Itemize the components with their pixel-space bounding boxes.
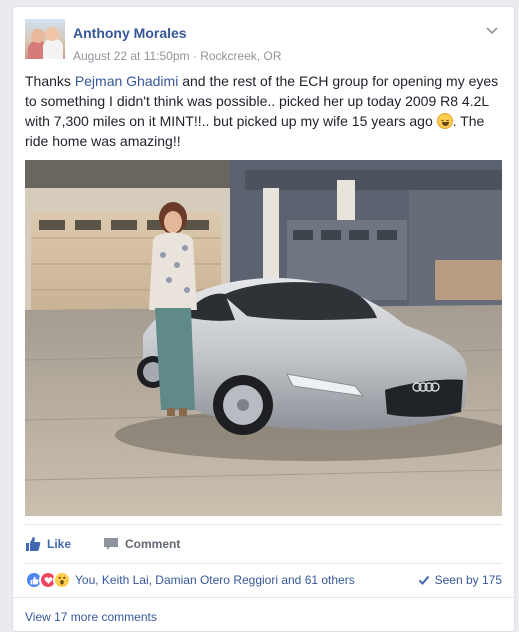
meta-separator: · (189, 49, 201, 63)
seen-by-label: Seen by 175 (434, 573, 502, 587)
post-card: Anthony Morales August 22 at 11:50pm · R… (12, 6, 516, 632)
post-timestamp[interactable]: August 22 at 11:50pm (73, 49, 190, 63)
reactions-row: You, Keith Lai, Damian Otero Reggiori an… (25, 569, 502, 591)
seen-by[interactable]: Seen by 175 (418, 573, 502, 587)
view-more-comments-link[interactable]: View 17 more comments (13, 597, 516, 624)
wow-reaction-icon (53, 571, 71, 589)
thumbs-up-icon (26, 537, 41, 551)
comment-label: Comment (125, 537, 181, 551)
checkmark-icon (418, 575, 429, 585)
post-photo[interactable] (25, 160, 502, 516)
post-header: Anthony Morales August 22 at 11:50pm · R… (25, 19, 505, 63)
speech-bubble-icon (104, 538, 118, 550)
grinning-face-icon (436, 113, 453, 129)
post-actions: Like Comment (25, 524, 502, 564)
post-location[interactable]: Rockcreek, OR (200, 49, 281, 63)
like-label: Like (47, 537, 72, 551)
reaction-icons[interactable] (25, 571, 77, 589)
like-button[interactable]: Like (25, 536, 71, 552)
chevron-down-icon[interactable] (485, 23, 499, 37)
post-meta: August 22 at 11:50pm · Rockcreek, OR (73, 49, 282, 63)
mention-link[interactable]: Pejman Ghadimi (75, 73, 179, 89)
author-name[interactable]: Anthony Morales (73, 25, 187, 41)
reactions-summary[interactable]: You, Keith Lai, Damian Otero Reggiori an… (75, 573, 355, 587)
post-text-part-1: Thanks (25, 73, 75, 89)
author-avatar[interactable] (25, 19, 65, 59)
comment-button[interactable]: Comment (103, 536, 180, 552)
post-body: Thanks Pejman Ghadimi and the rest of th… (25, 71, 505, 151)
